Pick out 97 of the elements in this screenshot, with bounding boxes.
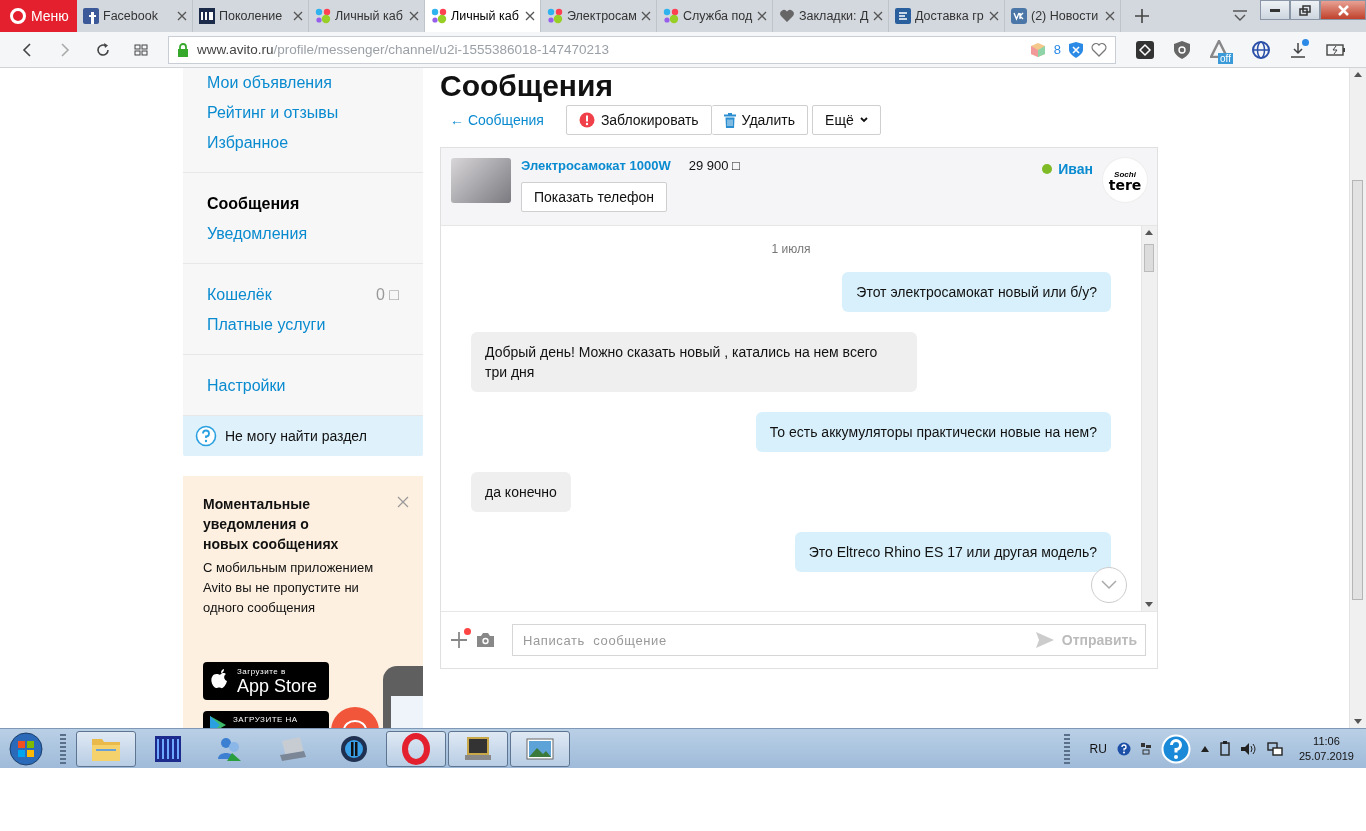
taskbar-app[interactable] [510, 730, 570, 767]
globe-icon[interactable] [1252, 40, 1270, 59]
dots-icon [547, 8, 563, 24]
close-icon [1337, 4, 1349, 16]
network-icon[interactable] [1266, 741, 1283, 756]
site-icon [199, 8, 215, 24]
close-icon[interactable] [525, 11, 535, 21]
tab-menu-icon[interactable] [1232, 10, 1248, 22]
scroll-down-icon [1145, 602, 1153, 607]
taskbar-app[interactable] [448, 730, 508, 767]
wallet-balance: 0 □ [376, 285, 399, 305]
scroll-up-icon [1354, 72, 1362, 77]
close-icon[interactable] [1105, 11, 1115, 21]
logo-icon [10, 8, 26, 24]
shield-icon[interactable] [1069, 41, 1083, 58]
message-bubble: То есть аккумуляторы практически новые на нем? [755, 412, 1111, 452]
speed-dial-icon[interactable] [133, 41, 149, 58]
google-play-button[interactable]: ЗАГРУЗИТЕ НА [203, 711, 329, 728]
plus-icon [451, 632, 467, 648]
extension-count: 8 [1053, 42, 1061, 57]
address-field[interactable]: www.avito.ru/profile/messenger/channel/u2i-1555386018-147470213 8 [168, 35, 1116, 64]
language-indicator[interactable]: RU [1089, 741, 1107, 756]
promo-text: С мобильным приложением Avito вы не пропустите ни одного сообщения [203, 559, 375, 617]
send-icon [1035, 632, 1054, 648]
battery-icon[interactable] [1326, 43, 1346, 56]
more-button[interactable]: Ещё [812, 105, 881, 135]
scroll-down-icon [1354, 719, 1362, 724]
listing-price: 29 900 □ [688, 158, 740, 173]
message-bubble: да конечно [471, 472, 571, 512]
sidebar-item[interactable]: Сообщения [207, 189, 300, 219]
close-icon[interactable] [757, 11, 767, 21]
help-link[interactable]: Не могу найти раздел [183, 416, 423, 456]
logo-text: Sochi [1114, 169, 1136, 180]
minimize-button[interactable] [1260, 0, 1290, 20]
close-icon[interactable] [293, 11, 303, 21]
lock-icon [177, 42, 189, 57]
chevron-down-icon [1101, 580, 1117, 590]
scroll-up-icon [1145, 230, 1153, 235]
help-icon[interactable] [1116, 741, 1131, 756]
delete-button[interactable]: Удалить [711, 105, 809, 135]
close-icon[interactable] [873, 11, 883, 21]
site-icon [83, 8, 99, 24]
clock[interactable]: 11:06 25.07.2019 [1298, 733, 1354, 764]
photo-placeholder [451, 158, 511, 203]
windows-logo-icon [9, 731, 43, 766]
close-button[interactable] [1320, 0, 1366, 20]
close-icon[interactable] [989, 11, 999, 21]
page-title: Сообщения [440, 68, 614, 104]
back-link[interactable]: ← Сообщения [450, 112, 544, 128]
scrollbar-thumb[interactable] [1352, 180, 1363, 600]
device-icon[interactable] [1218, 740, 1231, 757]
block-button[interactable]: Заблокировать [565, 105, 712, 135]
message-bubble: Этот электросамокат новый или б/у? [842, 272, 1111, 312]
heart-icon[interactable] [1091, 42, 1107, 57]
minimize-icon [1270, 8, 1280, 12]
message-bubble: Добрый день! Можно сказать новый , катались на нем всего три дня [471, 332, 917, 392]
help-icon[interactable] [1160, 733, 1191, 764]
alert-icon [578, 112, 595, 128]
new-tab-icon[interactable] [1135, 9, 1149, 23]
dots-icon [315, 8, 331, 24]
ring-icon [400, 732, 432, 765]
menu-button[interactable]: Меню [0, 0, 77, 32]
windows-icon[interactable] [1140, 742, 1151, 755]
sidebar-item[interactable]: Уведомления [207, 219, 308, 249]
app-store-button[interactable]: Загрузите в App Store [203, 662, 329, 700]
browser-tab[interactable]: Личный каб [425, 0, 541, 32]
sidebar-item[interactable]: Настройки [207, 371, 286, 401]
url-text: www.avito.ru/profile/messenger/channel/u2i-1555386018-147470213 [197, 42, 611, 57]
restore-icon [1299, 4, 1311, 16]
reload-icon[interactable] [95, 41, 111, 58]
heart-icon [779, 8, 795, 24]
message-bubble: Это Eltreco Rhino ES 17 или другая модель? [794, 532, 1111, 572]
logo-text: tere [1108, 180, 1142, 191]
download-icon [1290, 41, 1306, 58]
shield-icon[interactable] [1174, 40, 1190, 59]
help-icon [195, 425, 217, 447]
close-icon[interactable] [641, 11, 651, 21]
show-phone-button[interactable]: Показать телефон [521, 182, 667, 212]
caret-icon [859, 117, 868, 123]
dots-icon [431, 8, 447, 24]
scrollbar-thumb[interactable] [1144, 244, 1154, 272]
site-icon [895, 8, 911, 24]
close-icon[interactable] [409, 11, 419, 21]
download-button[interactable] [1290, 41, 1306, 58]
sidebar-item[interactable]: Платные услуги [207, 310, 326, 340]
promo-title: Моментальные уведомления о новых сообщениях [203, 495, 340, 554]
volume-icon[interactable] [1240, 741, 1257, 756]
sidebar-item[interactable]: Мои объявления [207, 68, 332, 98]
site-icon [1011, 8, 1027, 24]
dots-icon [663, 8, 679, 24]
camera-icon[interactable] [477, 633, 494, 647]
puzzle-icon[interactable] [1136, 40, 1154, 59]
show-hidden-icon[interactable] [1200, 745, 1209, 752]
close-icon[interactable] [177, 11, 187, 21]
date-label: 1 июля [771, 242, 811, 256]
restore-button[interactable] [1290, 0, 1320, 20]
trash-icon [723, 112, 736, 128]
